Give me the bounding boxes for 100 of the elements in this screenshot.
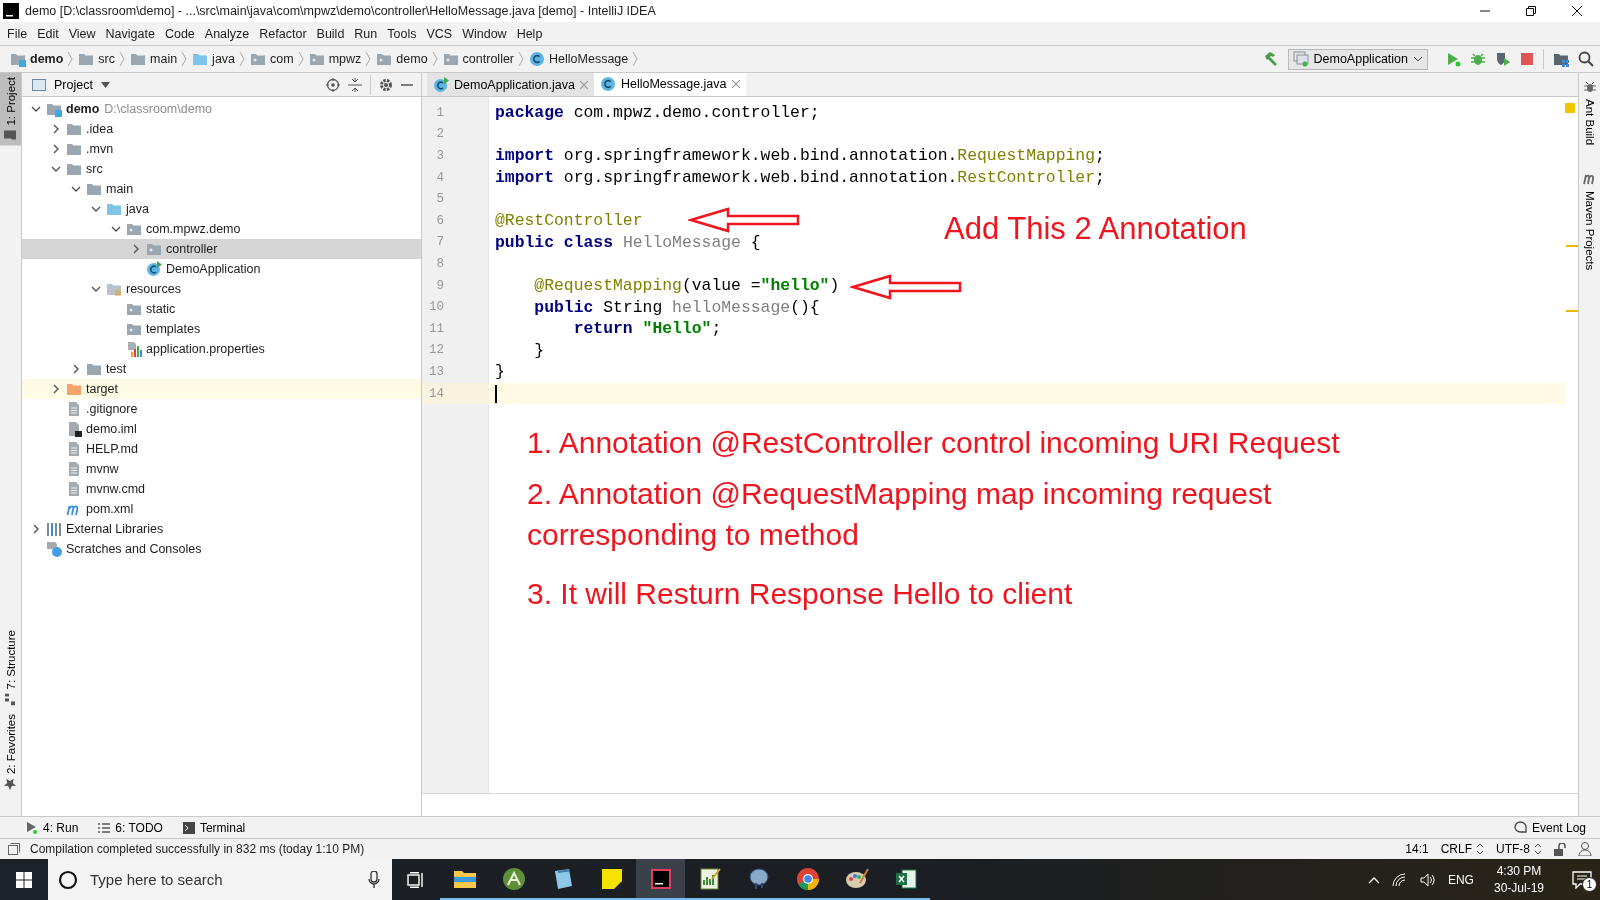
close-icon[interactable] <box>731 79 740 88</box>
menu-item[interactable]: Tools <box>382 26 422 41</box>
folder-grid-icon[interactable] <box>1553 51 1569 67</box>
chevron-right-icon <box>67 51 74 67</box>
app-icon <box>3 3 19 19</box>
tree-item[interactable]: mvnw <box>22 459 421 479</box>
breadcrumb-item[interactable]: main <box>128 51 180 67</box>
robot-icon <box>501 866 526 891</box>
tool-window-tab[interactable]: Event Log <box>1513 820 1586 835</box>
tree-item[interactable]: demo.iml <box>22 419 421 439</box>
tree-item[interactable]: static <box>22 299 421 319</box>
task-view-icon[interactable] <box>407 871 425 888</box>
settings-icon[interactable] <box>379 77 393 92</box>
editor-tab[interactable]: HelloMessage.java <box>593 73 746 96</box>
warning-marker-icon[interactable] <box>1565 103 1575 113</box>
side-tool-tab[interactable]: 2: Favorites <box>0 709 21 794</box>
view-selector[interactable]: Project <box>32 77 110 92</box>
person-icon[interactable] <box>1578 842 1592 856</box>
line-separator-selector[interactable]: CRLF <box>1440 842 1484 856</box>
tree-item[interactable]: target <box>22 379 421 399</box>
tree-item[interactable]: demo D:\classroom\demo <box>22 99 421 119</box>
tree-item[interactable]: application.properties <box>22 339 421 359</box>
menu-item[interactable]: File <box>2 26 33 41</box>
menu-item[interactable]: View <box>63 26 101 41</box>
tree-item[interactable]: main <box>22 179 421 199</box>
search-input[interactable]: Type here to search <box>88 866 358 893</box>
menu-item[interactable]: Help <box>511 26 548 41</box>
menu-item[interactable]: Analyze <box>199 26 255 41</box>
breadcrumb-item[interactable]: src <box>76 51 117 67</box>
tool-window-tab[interactable]: 4: Run <box>26 820 79 835</box>
encoding-selector[interactable]: UTF-8 <box>1496 842 1542 856</box>
menu-item[interactable]: Edit <box>32 26 64 41</box>
microphone-icon[interactable] <box>368 870 380 889</box>
arrow-icon <box>688 206 802 234</box>
chevron-right-icon <box>365 51 372 67</box>
side-tool-tab[interactable]: 7: Structure <box>0 626 21 710</box>
tree-item[interactable]: test <box>22 359 421 379</box>
tree-item[interactable]: java <box>22 199 421 219</box>
panel-toggle-icon[interactable] <box>8 843 20 855</box>
taskbar-app[interactable] <box>636 859 685 900</box>
menu-item[interactable]: Navigate <box>100 26 160 41</box>
side-tool-tab[interactable]: Ant Build <box>1583 81 1596 146</box>
annotation-heading: Add This 2 Annotation <box>944 211 1247 247</box>
side-tool-tab[interactable]: 1: Project <box>0 73 21 146</box>
package-folder-icon <box>126 301 142 317</box>
breadcrumb-item[interactable]: mpwz <box>306 51 364 67</box>
tree-item[interactable]: src <box>22 159 421 179</box>
line-number: 3 <box>435 149 444 163</box>
tree-item[interactable]: pom.xml <box>22 499 421 519</box>
search-bar[interactable]: Type here to search <box>48 859 392 900</box>
annotation-note: 1. Annotation @RestController control incoming URI Request <box>527 425 1341 461</box>
tree-item[interactable]: .mvn <box>22 139 421 159</box>
editor-tab[interactable]: DemoApplication.java <box>427 73 594 96</box>
hammer-icon[interactable] <box>1262 51 1279 67</box>
tool-window-tab[interactable]: 6: TODO <box>98 820 163 835</box>
breadcrumb-item[interactable]: java <box>190 51 238 67</box>
chevron-up-icon[interactable] <box>1367 875 1380 884</box>
network-icon[interactable] <box>1391 872 1408 887</box>
clock-time[interactable]: 4:30 PM <box>1496 862 1542 880</box>
tool-window-tab[interactable]: Terminal <box>182 820 246 835</box>
shield-play-icon[interactable] <box>1495 51 1511 67</box>
clock-date[interactable]: 30-Jul-19 <box>1493 879 1544 897</box>
menu-item[interactable]: Build <box>311 26 350 41</box>
crosshair-icon[interactable] <box>326 77 340 92</box>
menu-item[interactable]: Window <box>457 26 512 41</box>
menu-item[interactable]: Run <box>349 26 383 41</box>
tree-item[interactable]: External Libraries <box>22 519 421 539</box>
breadcrumb-item[interactable]: demo <box>374 51 430 67</box>
tree-item[interactable]: mvnw.cmd <box>22 479 421 499</box>
search-icon[interactable] <box>1578 51 1594 67</box>
breadcrumb-item[interactable]: HelloMessage <box>527 51 631 67</box>
menu-item[interactable]: Code <box>159 26 200 41</box>
collapse-icon[interactable] <box>348 77 362 92</box>
input-language[interactable]: ENG <box>1447 872 1474 887</box>
stop-icon[interactable] <box>1520 52 1534 66</box>
tree-item[interactable]: resources <box>22 279 421 299</box>
breadcrumb-item[interactable]: demo <box>8 51 66 67</box>
run-configuration-dropdown[interactable]: DemoApplication <box>1287 48 1428 70</box>
breadcrumb-item[interactable]: controller <box>440 51 517 67</box>
unlocked-padlock-icon[interactable] <box>1554 842 1566 856</box>
tree-item[interactable]: .gitignore <box>22 399 421 419</box>
play-icon <box>26 821 38 834</box>
side-tool-tab[interactable]: Maven Projects <box>1582 173 1597 271</box>
menu-item[interactable]: VCS <box>421 26 458 41</box>
breadcrumb-item[interactable]: com <box>248 51 296 67</box>
tree-item[interactable]: DemoApplication <box>22 259 421 279</box>
tree-item[interactable]: HELP.md <box>22 439 421 459</box>
tree-item[interactable]: controller <box>22 239 421 259</box>
tree-item[interactable]: Scratches and Consoles <box>22 539 421 559</box>
tree-item[interactable]: templates <box>22 319 421 339</box>
caret-icon <box>1413 55 1423 63</box>
notification-icon[interactable] <box>1572 870 1592 889</box>
menu-item[interactable]: Refactor <box>254 26 312 41</box>
tree-item[interactable]: com.mpwz.demo <box>22 219 421 239</box>
speaker-icon[interactable] <box>1419 872 1436 887</box>
circle-icon[interactable] <box>58 869 78 890</box>
code-line: public class HelloMessage { <box>495 232 761 252</box>
package-folder-icon <box>126 221 142 237</box>
tree-item[interactable]: .idea <box>22 119 421 139</box>
cursor-position[interactable]: 14:1 <box>1405 842 1429 856</box>
